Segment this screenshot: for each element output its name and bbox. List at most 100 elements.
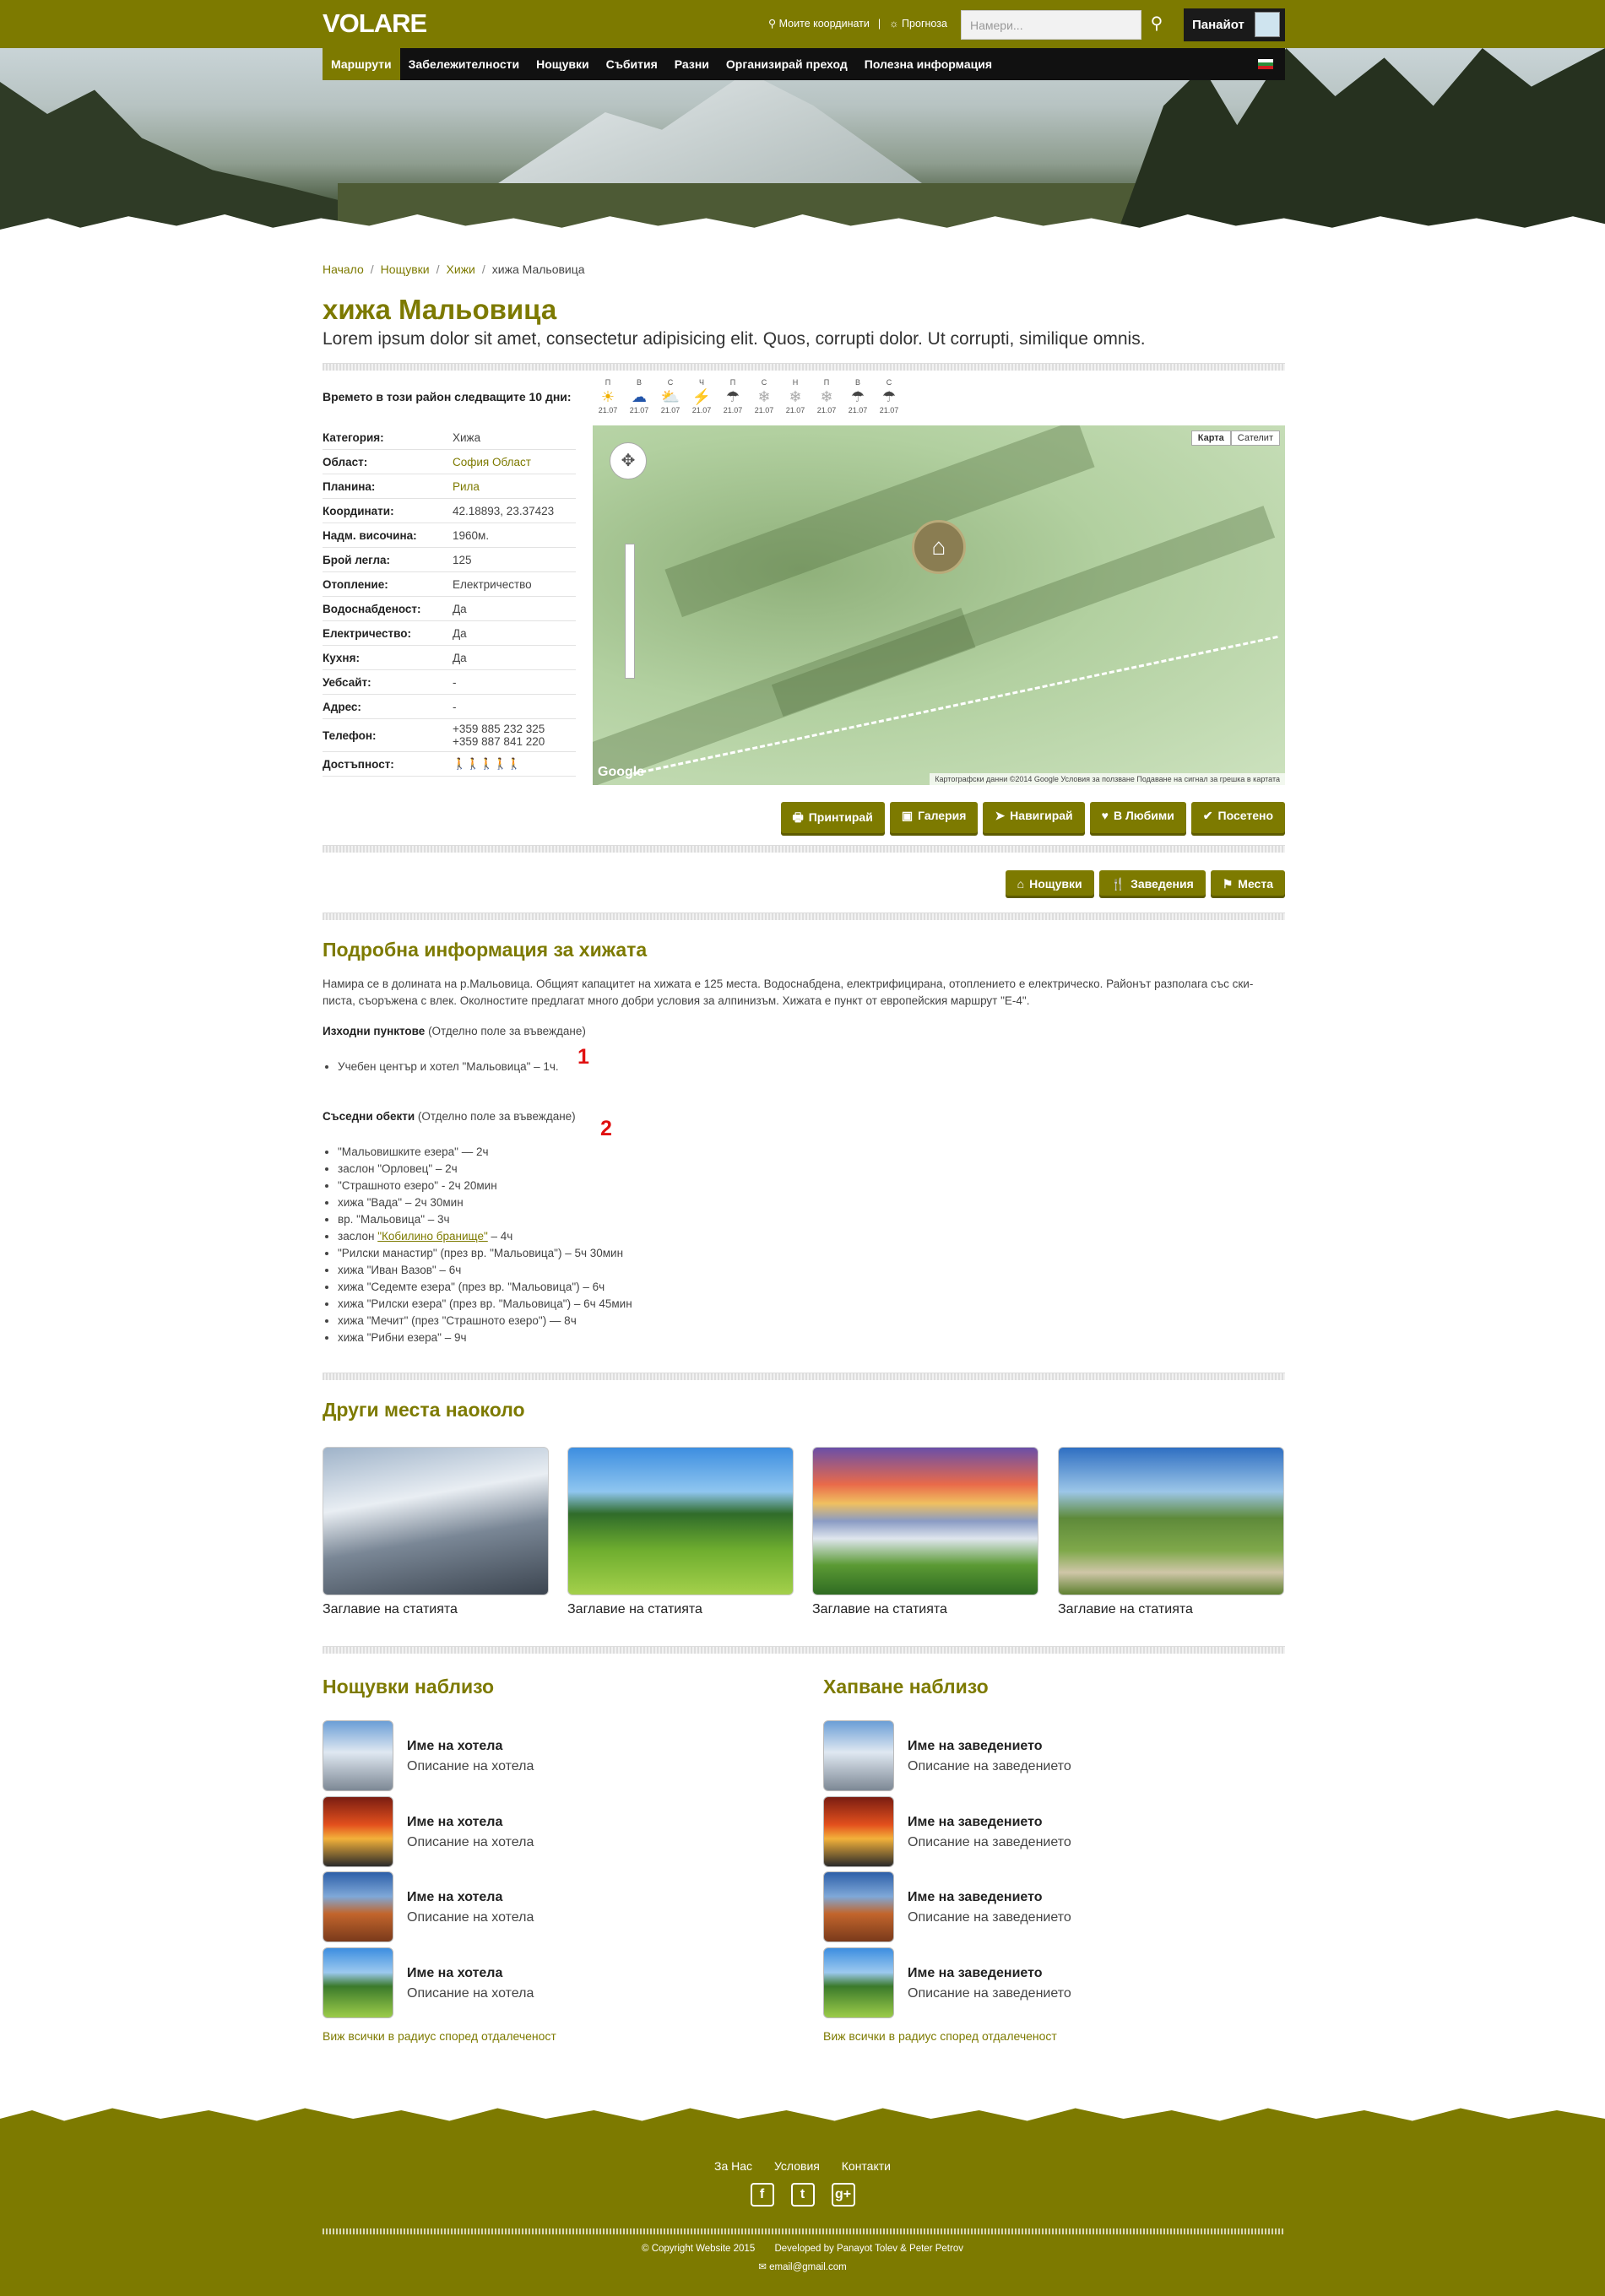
- action-icon: ▣: [901, 809, 914, 822]
- action-label: Галерия: [918, 809, 967, 822]
- copyright: © Copyright Website 2015 Developed by Pa…: [642, 2244, 963, 2254]
- nav-item[interactable]: Маршрути: [323, 48, 400, 80]
- food-thumbnail: [823, 1947, 894, 2018]
- other-places-heading: Други места наоколо: [323, 1399, 525, 1421]
- property-link[interactable]: Рила: [453, 480, 480, 493]
- list-item: хижа "Мечит" (през "Страшното езеро") — …: [338, 1313, 632, 1329]
- forecast-link[interactable]: ☼ Прогноза: [889, 18, 947, 30]
- weather-day-name: П: [823, 378, 830, 387]
- hut-marker-icon[interactable]: ⌂: [912, 520, 966, 574]
- action-label: Принтирай: [808, 810, 873, 824]
- nav-item[interactable]: Полезна информация: [856, 48, 1000, 80]
- user-menu[interactable]: Панайот: [1184, 8, 1285, 41]
- satellite-tab[interactable]: Сателит: [1230, 430, 1280, 446]
- map-attribution[interactable]: Картографски данни ©2014 Google Условия …: [930, 773, 1285, 785]
- info-heading: Подробна информация за хижата: [323, 939, 648, 961]
- weather-date: 21.07: [879, 406, 899, 414]
- search-button[interactable]: ⚲: [1141, 10, 1172, 40]
- list-item: хижа "Рибни езера" – 9ч: [338, 1329, 632, 1346]
- food-item[interactable]: Име на заведението Описание на заведениет…: [823, 1871, 1296, 1942]
- weather-date: 21.07: [629, 406, 649, 414]
- lodging-item[interactable]: Име на хотела Описание на хотела: [323, 1795, 795, 1867]
- facebook-icon[interactable]: f: [750, 2183, 774, 2207]
- nav-item[interactable]: Забележителности: [400, 48, 528, 80]
- google-plus-icon[interactable]: g+: [831, 2183, 855, 2207]
- footer-link-about[interactable]: За Нас: [714, 2159, 752, 2173]
- action-icon: ♥: [1101, 809, 1109, 822]
- social-links: f t g+: [0, 2183, 1605, 2207]
- footer-divider: [323, 2228, 1285, 2234]
- snow-icon: ❄: [789, 388, 802, 405]
- map-tab[interactable]: Карта: [1190, 430, 1231, 446]
- action-button[interactable]: ✔ Посетено: [1190, 802, 1285, 836]
- filter-button[interactable]: ⌂ Нощувки: [1005, 870, 1094, 898]
- footer-email[interactable]: ✉ email@gmail.com: [0, 2261, 1605, 2272]
- cloud-icon: ☁: [632, 388, 647, 405]
- lodging-see-all-link[interactable]: Виж всички в радиус според отдалеченост: [323, 2029, 556, 2043]
- food-see-all-link[interactable]: Виж всички в радиус според отдалеченост: [823, 2029, 1057, 2043]
- weather-day: С ❄ 21.07: [752, 378, 776, 415]
- my-coords-link[interactable]: ⚲ Моите координати: [768, 17, 870, 30]
- neighbor-link[interactable]: "Кобилино бранище": [377, 1230, 488, 1243]
- property-row: Област: София Област: [323, 450, 576, 474]
- breadcrumb-item[interactable]: Начало: [323, 263, 364, 276]
- list-item: хижа "Рилски езера" (през вр. "Мальовица…: [338, 1296, 632, 1313]
- property-value: Да: [453, 602, 467, 615]
- lodging-name: Име на хотела: [407, 1890, 503, 1904]
- property-label: Електричество:: [323, 626, 411, 640]
- food-item[interactable]: Име на заведението Описание на заведениет…: [823, 1720, 1296, 1791]
- filter-button[interactable]: 🍴 Заведения: [1098, 870, 1206, 898]
- breadcrumb-item[interactable]: Хижи: [447, 263, 475, 276]
- language-flag-icon[interactable]: [1258, 59, 1273, 69]
- property-value: София Област: [453, 456, 576, 468]
- action-button[interactable]: ➤ Навигирай: [983, 802, 1085, 836]
- pan-control[interactable]: ✥: [610, 442, 647, 479]
- hiker-icon: 🚶: [466, 757, 480, 770]
- filter-label: Нощувки: [1029, 877, 1082, 891]
- food-item[interactable]: Име на заведението Описание на заведениет…: [823, 1795, 1296, 1867]
- property-row: Планина: Рила: [323, 474, 576, 499]
- twitter-icon[interactable]: t: [790, 2183, 815, 2207]
- action-button[interactable]: 🖶 Принтирай: [780, 802, 885, 836]
- action-buttons: 🖶 Принтирай ▣ Галерия ➤ Навигирай ♥ В Любими ✔ По…: [780, 802, 1285, 836]
- lodging-item[interactable]: Име на хотела Описание на хотела: [323, 1871, 795, 1942]
- place-card[interactable]: Заглавие на статията: [567, 1447, 794, 1617]
- lodging-item[interactable]: Име на хотела Описание на хотела: [323, 1947, 795, 2018]
- food-item[interactable]: Име на заведението Описание на заведениет…: [823, 1947, 1296, 2018]
- lodging-description: Описание на хотела: [407, 1910, 534, 1925]
- place-title: Заглавие на статията: [323, 1602, 458, 1616]
- search-input[interactable]: Намери...: [961, 10, 1141, 40]
- footer: За Нас Условия Контакти f t g+ © Copyrig…: [0, 2142, 1605, 2296]
- action-button[interactable]: ▣ Галерия: [889, 802, 979, 836]
- place-card[interactable]: Заглавие на статията: [812, 1447, 1038, 1617]
- property-row: Категория: Хижа: [323, 425, 576, 450]
- zoom-slider[interactable]: [625, 544, 635, 679]
- nav-item[interactable]: Събития: [598, 48, 666, 80]
- nav-item[interactable]: Организирай преход: [718, 48, 856, 80]
- nav-item[interactable]: Нощувки: [528, 48, 597, 80]
- top-links: ⚲ Моите координати | ☼ Прогноза: [768, 17, 947, 30]
- rain-icon: ☂: [850, 388, 865, 405]
- breadcrumb-item[interactable]: Нощувки: [381, 263, 430, 276]
- map[interactable]: ✥ ⌂ Карта Сателит Google Картографски да…: [593, 425, 1285, 785]
- property-label: Планина:: [323, 479, 376, 493]
- list-item: "Рилски манастир" (през вр. "Мальовица")…: [338, 1245, 632, 1262]
- lodging-item[interactable]: Име на хотела Описание на хотела: [323, 1720, 795, 1791]
- footer-link-contacts[interactable]: Контакти: [842, 2159, 891, 2173]
- place-card[interactable]: Заглавие на статията: [1058, 1447, 1284, 1617]
- weather-date: 21.07: [816, 406, 837, 414]
- nav-item[interactable]: Разни: [666, 48, 718, 80]
- filter-button[interactable]: ⚑ Места: [1210, 870, 1285, 898]
- property-row: Адрес: -: [323, 695, 576, 719]
- footer-link-terms[interactable]: Условия: [774, 2159, 820, 2173]
- logo[interactable]: VOLARE: [323, 8, 427, 39]
- property-label: Брой легла:: [323, 553, 391, 566]
- hiker-icon: 🚶: [480, 757, 494, 770]
- place-card[interactable]: Заглавие на статията: [323, 1447, 549, 1617]
- lodging-thumbnail: [323, 1720, 393, 1791]
- divider: [323, 1373, 1285, 1380]
- food-name: Име на заведението: [908, 1739, 1043, 1753]
- weather-day: Н ❄ 21.07: [784, 378, 807, 415]
- property-link[interactable]: София Област: [453, 456, 531, 468]
- action-button[interactable]: ♥ В Любими: [1089, 802, 1186, 836]
